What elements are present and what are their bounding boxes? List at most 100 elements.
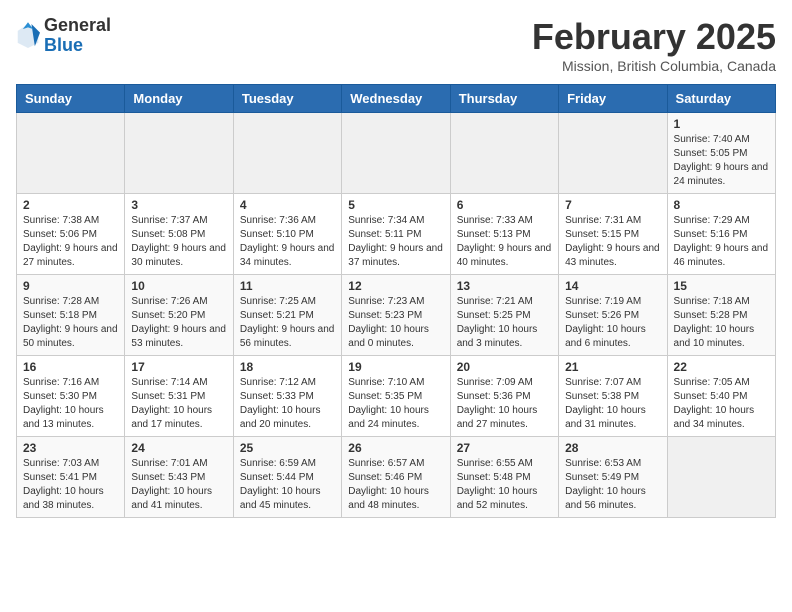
day-info: Sunrise: 7:16 AM Sunset: 5:30 PM Dayligh… — [23, 376, 118, 432]
calendar-cell: 18Sunrise: 7:12 AM Sunset: 5:33 PM Dayli… — [233, 356, 341, 437]
day-info: Sunrise: 7:12 AM Sunset: 5:33 PM Dayligh… — [240, 376, 335, 432]
calendar-cell: 25 Sunrise: 6:59 AM Sunset: 5:44 PM Dayli… — [233, 437, 341, 518]
day-number: 1 — [674, 117, 769, 131]
weekday-monday: Monday — [125, 85, 233, 113]
day-number: 15 — [674, 279, 769, 293]
day-info: Sunrise: 7:37 AM Sunset: 5:08 PM Dayligh… — [131, 214, 226, 270]
day-info: Sunrise: 7:10 AM Sunset: 5:35 PM Dayligh… — [348, 376, 443, 432]
day-number: 14 — [565, 279, 660, 293]
calendar-cell: 17 Sunrise: 7:14 AM Sunset: 5:31 PM Dayli… — [125, 356, 233, 437]
calendar-cell: 15 Sunrise: 7:18 AM Sunset: 5:28 PM Dayli… — [667, 275, 775, 356]
day-info: Sunrise: 7:36 AM Sunset: 5:10 PM Dayligh… — [240, 214, 335, 270]
calendar-cell: 11 Sunrise: 7:25 AM Sunset: 5:21 PM Dayli… — [233, 275, 341, 356]
week-row-2: 2 Sunrise: 7:38 AM Sunset: 5:06 PM Daylig… — [17, 194, 776, 275]
day-info: Sunrise: 7:03 AM Sunset: 5:41 PM Dayligh… — [23, 457, 118, 513]
day-number: 25 — [240, 441, 335, 455]
day-info: Sunrise: 7:40 AM Sunset: 5:05 PM Dayligh… — [674, 133, 769, 189]
logo-line1: General — [44, 16, 111, 36]
day-number: 21 — [565, 360, 660, 374]
day-number: 20 — [457, 360, 552, 374]
title-block: February 2025 Mission, British Columbia,… — [532, 16, 776, 74]
day-number: 13 — [457, 279, 552, 293]
day-number: 19 — [348, 360, 443, 374]
calendar-table: SundayMondayTuesdayWednesdayThursdayFrid… — [16, 84, 776, 518]
calendar-title: February 2025 — [532, 16, 776, 58]
day-number: 9 — [23, 279, 118, 293]
calendar-cell: 20 Sunrise: 7:09 AM Sunset: 5:36 PM Dayli… — [450, 356, 558, 437]
weekday-saturday: Saturday — [667, 85, 775, 113]
day-info: Sunrise: 7:25 AM Sunset: 5:21 PM Dayligh… — [240, 295, 335, 351]
calendar-cell: 9 Sunrise: 7:28 AM Sunset: 5:18 PM Daylig… — [17, 275, 125, 356]
day-info: Sunrise: 7:07 AM Sunset: 5:38 PM Dayligh… — [565, 376, 660, 432]
day-info: Sunrise: 6:53 AM Sunset: 5:49 PM Dayligh… — [565, 457, 660, 513]
day-number: 5 — [348, 198, 443, 212]
calendar-cell — [342, 113, 450, 194]
weekday-thursday: Thursday — [450, 85, 558, 113]
day-number: 2 — [23, 198, 118, 212]
logo: General Blue — [16, 16, 111, 56]
day-info: Sunrise: 7:31 AM Sunset: 5:15 PM Dayligh… — [565, 214, 660, 270]
day-number: 17 — [131, 360, 226, 374]
week-row-3: 9 Sunrise: 7:28 AM Sunset: 5:18 PM Daylig… — [17, 275, 776, 356]
day-info: Sunrise: 7:09 AM Sunset: 5:36 PM Dayligh… — [457, 376, 552, 432]
calendar-cell: 24Sunrise: 7:01 AM Sunset: 5:43 PM Dayli… — [125, 437, 233, 518]
calendar-cell: 28 Sunrise: 6:53 AM Sunset: 5:49 PM Dayli… — [559, 437, 667, 518]
logo-icon — [16, 22, 40, 50]
weekday-friday: Friday — [559, 85, 667, 113]
day-number: 12 — [348, 279, 443, 293]
calendar-cell — [450, 113, 558, 194]
day-info: Sunrise: 6:55 AM Sunset: 5:48 PM Dayligh… — [457, 457, 552, 513]
calendar-cell: 16 Sunrise: 7:16 AM Sunset: 5:30 PM Dayli… — [17, 356, 125, 437]
calendar-cell — [125, 113, 233, 194]
calendar-cell: 2 Sunrise: 7:38 AM Sunset: 5:06 PM Daylig… — [17, 194, 125, 275]
day-number: 7 — [565, 198, 660, 212]
day-info: Sunrise: 7:29 AM Sunset: 5:16 PM Dayligh… — [674, 214, 769, 270]
calendar-subtitle: Mission, British Columbia, Canada — [532, 58, 776, 74]
calendar-cell — [667, 437, 775, 518]
calendar-body: 1 Sunrise: 7:40 AM Sunset: 5:05 PM Daylig… — [17, 113, 776, 518]
calendar-cell: 21 Sunrise: 7:07 AM Sunset: 5:38 PM Dayli… — [559, 356, 667, 437]
day-number: 3 — [131, 198, 226, 212]
calendar-cell: 6 Sunrise: 7:33 AM Sunset: 5:13 PM Daylig… — [450, 194, 558, 275]
day-info: Sunrise: 7:28 AM Sunset: 5:18 PM Dayligh… — [23, 295, 118, 351]
calendar-cell: 14 Sunrise: 7:19 AM Sunset: 5:26 PM Dayli… — [559, 275, 667, 356]
day-info: Sunrise: 7:21 AM Sunset: 5:25 PM Dayligh… — [457, 295, 552, 351]
day-number: 22 — [674, 360, 769, 374]
day-info: Sunrise: 7:38 AM Sunset: 5:06 PM Dayligh… — [23, 214, 118, 270]
day-info: Sunrise: 7:19 AM Sunset: 5:26 PM Dayligh… — [565, 295, 660, 351]
day-number: 11 — [240, 279, 335, 293]
day-number: 4 — [240, 198, 335, 212]
day-number: 26 — [348, 441, 443, 455]
day-info: Sunrise: 7:14 AM Sunset: 5:31 PM Dayligh… — [131, 376, 226, 432]
weekday-sunday: Sunday — [17, 85, 125, 113]
day-info: Sunrise: 7:34 AM Sunset: 5:11 PM Dayligh… — [348, 214, 443, 270]
day-number: 24 — [131, 441, 226, 455]
calendar-cell — [559, 113, 667, 194]
logo-line2: Blue — [44, 36, 111, 56]
calendar-cell — [17, 113, 125, 194]
day-number: 10 — [131, 279, 226, 293]
calendar-cell: 27 Sunrise: 6:55 AM Sunset: 5:48 PM Dayli… — [450, 437, 558, 518]
calendar-cell: 23Sunrise: 7:03 AM Sunset: 5:41 PM Dayli… — [17, 437, 125, 518]
calendar-cell: 5 Sunrise: 7:34 AM Sunset: 5:11 PM Daylig… — [342, 194, 450, 275]
day-info: Sunrise: 6:57 AM Sunset: 5:46 PM Dayligh… — [348, 457, 443, 513]
calendar-cell: 8 Sunrise: 7:29 AM Sunset: 5:16 PM Daylig… — [667, 194, 775, 275]
calendar-cell: 22Sunrise: 7:05 AM Sunset: 5:40 PM Dayli… — [667, 356, 775, 437]
weekday-header-row: SundayMondayTuesdayWednesdayThursdayFrid… — [17, 85, 776, 113]
calendar-cell: 12Sunrise: 7:23 AM Sunset: 5:23 PM Dayli… — [342, 275, 450, 356]
weekday-wednesday: Wednesday — [342, 85, 450, 113]
day-number: 28 — [565, 441, 660, 455]
day-number: 27 — [457, 441, 552, 455]
day-number: 8 — [674, 198, 769, 212]
calendar-cell: 7 Sunrise: 7:31 AM Sunset: 5:15 PM Daylig… — [559, 194, 667, 275]
calendar-cell: 1 Sunrise: 7:40 AM Sunset: 5:05 PM Daylig… — [667, 113, 775, 194]
calendar-cell: 4 Sunrise: 7:36 AM Sunset: 5:10 PM Daylig… — [233, 194, 341, 275]
day-info: Sunrise: 6:59 AM Sunset: 5:44 PM Dayligh… — [240, 457, 335, 513]
day-number: 16 — [23, 360, 118, 374]
calendar-cell: 10Sunrise: 7:26 AM Sunset: 5:20 PM Dayli… — [125, 275, 233, 356]
day-info: Sunrise: 7:33 AM Sunset: 5:13 PM Dayligh… — [457, 214, 552, 270]
day-number: 6 — [457, 198, 552, 212]
week-row-1: 1 Sunrise: 7:40 AM Sunset: 5:05 PM Daylig… — [17, 113, 776, 194]
day-info: Sunrise: 7:18 AM Sunset: 5:28 PM Dayligh… — [674, 295, 769, 351]
weekday-tuesday: Tuesday — [233, 85, 341, 113]
